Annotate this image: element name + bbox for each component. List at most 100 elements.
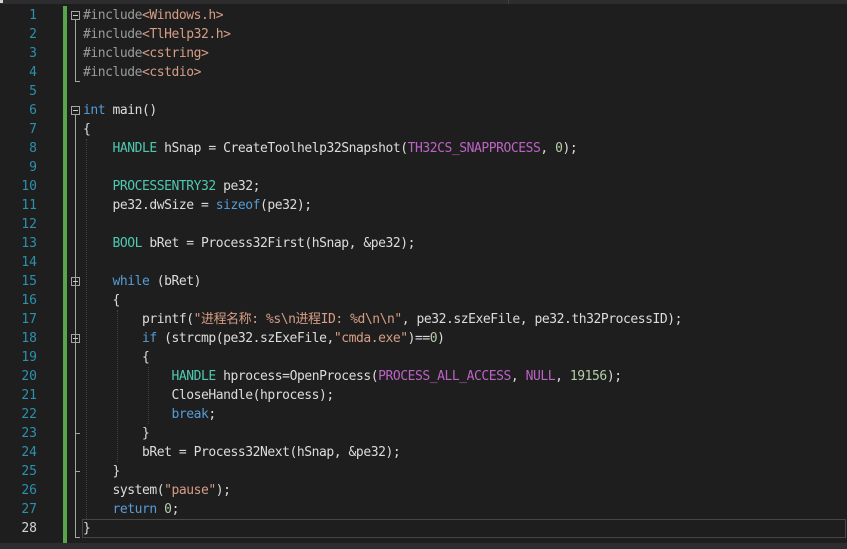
code-token: { bbox=[83, 122, 91, 137]
line-number: 17 bbox=[21, 312, 37, 327]
code-token: , bbox=[555, 369, 570, 384]
code-line[interactable]: 25 } bbox=[0, 462, 847, 481]
code-text[interactable]: BOOL bRet = Process32First(hSnap, &pe32)… bbox=[83, 234, 416, 253]
code-text[interactable]: #include<cstdio> bbox=[83, 63, 201, 82]
line-number: 7 bbox=[29, 122, 37, 137]
code-line[interactable]: 4 #include<cstdio> bbox=[0, 63, 847, 82]
code-line[interactable]: 7{ bbox=[0, 120, 847, 139]
code-token: PROCESSENTRY32 bbox=[112, 179, 217, 194]
code-text[interactable]: #include<Windows.h> bbox=[83, 6, 224, 25]
line-number: 2 bbox=[29, 27, 37, 42]
code-text[interactable]: } bbox=[83, 424, 150, 443]
code-token: <TlHelp32.h> bbox=[142, 27, 231, 42]
code-text[interactable]: } bbox=[83, 462, 121, 481]
code-line[interactable]: 19 { bbox=[0, 348, 847, 367]
code-text[interactable]: int main() bbox=[83, 101, 157, 120]
code-text[interactable]: { bbox=[83, 348, 150, 367]
code-line[interactable]: 18 if (strcmp(pe32.szExeFile,"cmda.exe")… bbox=[0, 329, 847, 348]
line-number: 28 bbox=[21, 521, 37, 536]
line-number: 19 bbox=[21, 350, 37, 365]
code-text[interactable]: { bbox=[83, 120, 91, 139]
code-line[interactable]: 9 bbox=[0, 158, 847, 177]
code-text[interactable]: #include<TlHelp32.h> bbox=[83, 25, 231, 44]
line-number: 6 bbox=[29, 103, 37, 118]
code-token: )== bbox=[407, 331, 431, 346]
code-line[interactable]: 3 #include<cstring> bbox=[0, 44, 847, 63]
code-text[interactable]: PROCESSENTRY32 pe32; bbox=[83, 177, 261, 196]
code-line[interactable]: 22 break; bbox=[0, 405, 847, 424]
code-line[interactable]: 14 bbox=[0, 253, 847, 272]
code-text[interactable]: HANDLE hSnap = CreateToolhelp32Snapshot(… bbox=[83, 139, 578, 158]
code-text[interactable]: if (strcmp(pe32.szExeFile,"cmda.exe")==0… bbox=[83, 329, 445, 348]
line-number: 22 bbox=[21, 407, 37, 422]
code-line[interactable]: 12 bbox=[0, 215, 847, 234]
code-line[interactable]: 8 HANDLE hSnap = CreateToolhelp32Snapsho… bbox=[0, 139, 847, 158]
line-number: 25 bbox=[21, 464, 37, 479]
code-line[interactable]: 27 return 0; bbox=[0, 500, 847, 519]
code-token: pe32; bbox=[215, 179, 261, 194]
code-line[interactable]: 26 system("pause"); bbox=[0, 481, 847, 500]
code-text[interactable]: bRet = Process32Next(hSnap, &pe32); bbox=[83, 443, 401, 462]
code-line[interactable]: 16 { bbox=[0, 291, 847, 310]
code-text[interactable]: #include<cstring> bbox=[83, 44, 209, 63]
code-text[interactable]: } bbox=[83, 519, 91, 538]
code-token: bRet = Process32First(hSnap, &pe32); bbox=[142, 236, 415, 251]
code-token: NULL bbox=[525, 369, 556, 384]
top-tab-strip bbox=[0, 0, 847, 4]
code-line[interactable]: 24 bRet = Process32Next(hSnap, &pe32); bbox=[0, 443, 847, 462]
code-line[interactable]: 11 pe32.dwSize = sizeof(pe32); bbox=[0, 196, 847, 215]
line-number: 5 bbox=[29, 84, 37, 99]
code-token: TH32CS_SNAPPROCESS bbox=[407, 141, 541, 156]
code-token: system( bbox=[83, 483, 165, 498]
code-line[interactable]: 2 #include<TlHelp32.h> bbox=[0, 25, 847, 44]
code-token: , bbox=[510, 369, 526, 384]
code-line[interactable]: 6 int main() bbox=[0, 101, 847, 120]
code-line[interactable]: 21 CloseHandle(hprocess); bbox=[0, 386, 847, 405]
code-text[interactable]: CloseHandle(hprocess); bbox=[83, 386, 335, 405]
code-text[interactable]: break; bbox=[83, 405, 217, 424]
code-token: BOOL bbox=[112, 236, 143, 251]
code-line[interactable]: 28} bbox=[0, 519, 847, 538]
code-text[interactable]: { bbox=[83, 291, 121, 310]
code-line[interactable]: 17 printf("进程名称: %s\n进程ID: %d\n\n", pe32… bbox=[0, 310, 847, 329]
code-token: bRet = Process32Next(hSnap, &pe32); bbox=[83, 445, 401, 460]
code-line[interactable]: 10 PROCESSENTRY32 pe32; bbox=[0, 177, 847, 196]
line-number: 18 bbox=[21, 331, 37, 346]
code-line[interactable]: 5 bbox=[0, 82, 847, 101]
code-token: <Windows.h> bbox=[142, 8, 224, 23]
code-token: <cstring> bbox=[142, 46, 209, 61]
code-line[interactable]: 1 #include<Windows.h> bbox=[0, 6, 847, 25]
code-editor[interactable]: 1 #include<Windows.h> 2 #include<TlHelp32.h… bbox=[0, 6, 847, 543]
code-token: ; bbox=[208, 407, 216, 422]
line-number: 23 bbox=[21, 426, 37, 441]
code-line[interactable]: 23 } bbox=[0, 424, 847, 443]
code-token: CloseHandle(hprocess); bbox=[83, 388, 335, 403]
code-text[interactable]: system("pause"); bbox=[83, 481, 232, 500]
code-text[interactable]: printf("进程名称: %s\n进程ID: %d\n\n", pe32.sz… bbox=[83, 310, 683, 329]
line-number: 8 bbox=[29, 141, 37, 156]
code-line[interactable]: 13 BOOL bRet = Process32First(hSnap, &pe… bbox=[0, 234, 847, 253]
line-number: 27 bbox=[21, 502, 37, 517]
code-token: { bbox=[83, 293, 121, 308]
window-corner-mark bbox=[0, 0, 3, 3]
code-text[interactable]: pe32.dwSize = sizeof(pe32); bbox=[83, 196, 313, 215]
code-text[interactable]: HANDLE hprocess=OpenProcess(PROCESS_ALL_… bbox=[83, 367, 622, 386]
code-token: sizeof bbox=[215, 198, 261, 213]
code-line[interactable]: 15 while (bRet) bbox=[0, 272, 847, 291]
code-token: 0 bbox=[164, 502, 172, 517]
code-token: ); bbox=[562, 141, 578, 156]
code-token: int bbox=[83, 103, 106, 118]
code-token: } bbox=[83, 464, 121, 479]
code-text[interactable]: while (bRet) bbox=[83, 272, 202, 291]
code-text[interactable]: return 0; bbox=[83, 500, 180, 519]
code-token: #include bbox=[83, 65, 143, 80]
code-token: while bbox=[112, 274, 150, 289]
code-line[interactable]: 20 HANDLE hprocess=OpenProcess(PROCESS_A… bbox=[0, 367, 847, 386]
line-number: 20 bbox=[21, 369, 37, 384]
code-token: (strcmp(pe32.szExeFile, bbox=[156, 331, 334, 346]
